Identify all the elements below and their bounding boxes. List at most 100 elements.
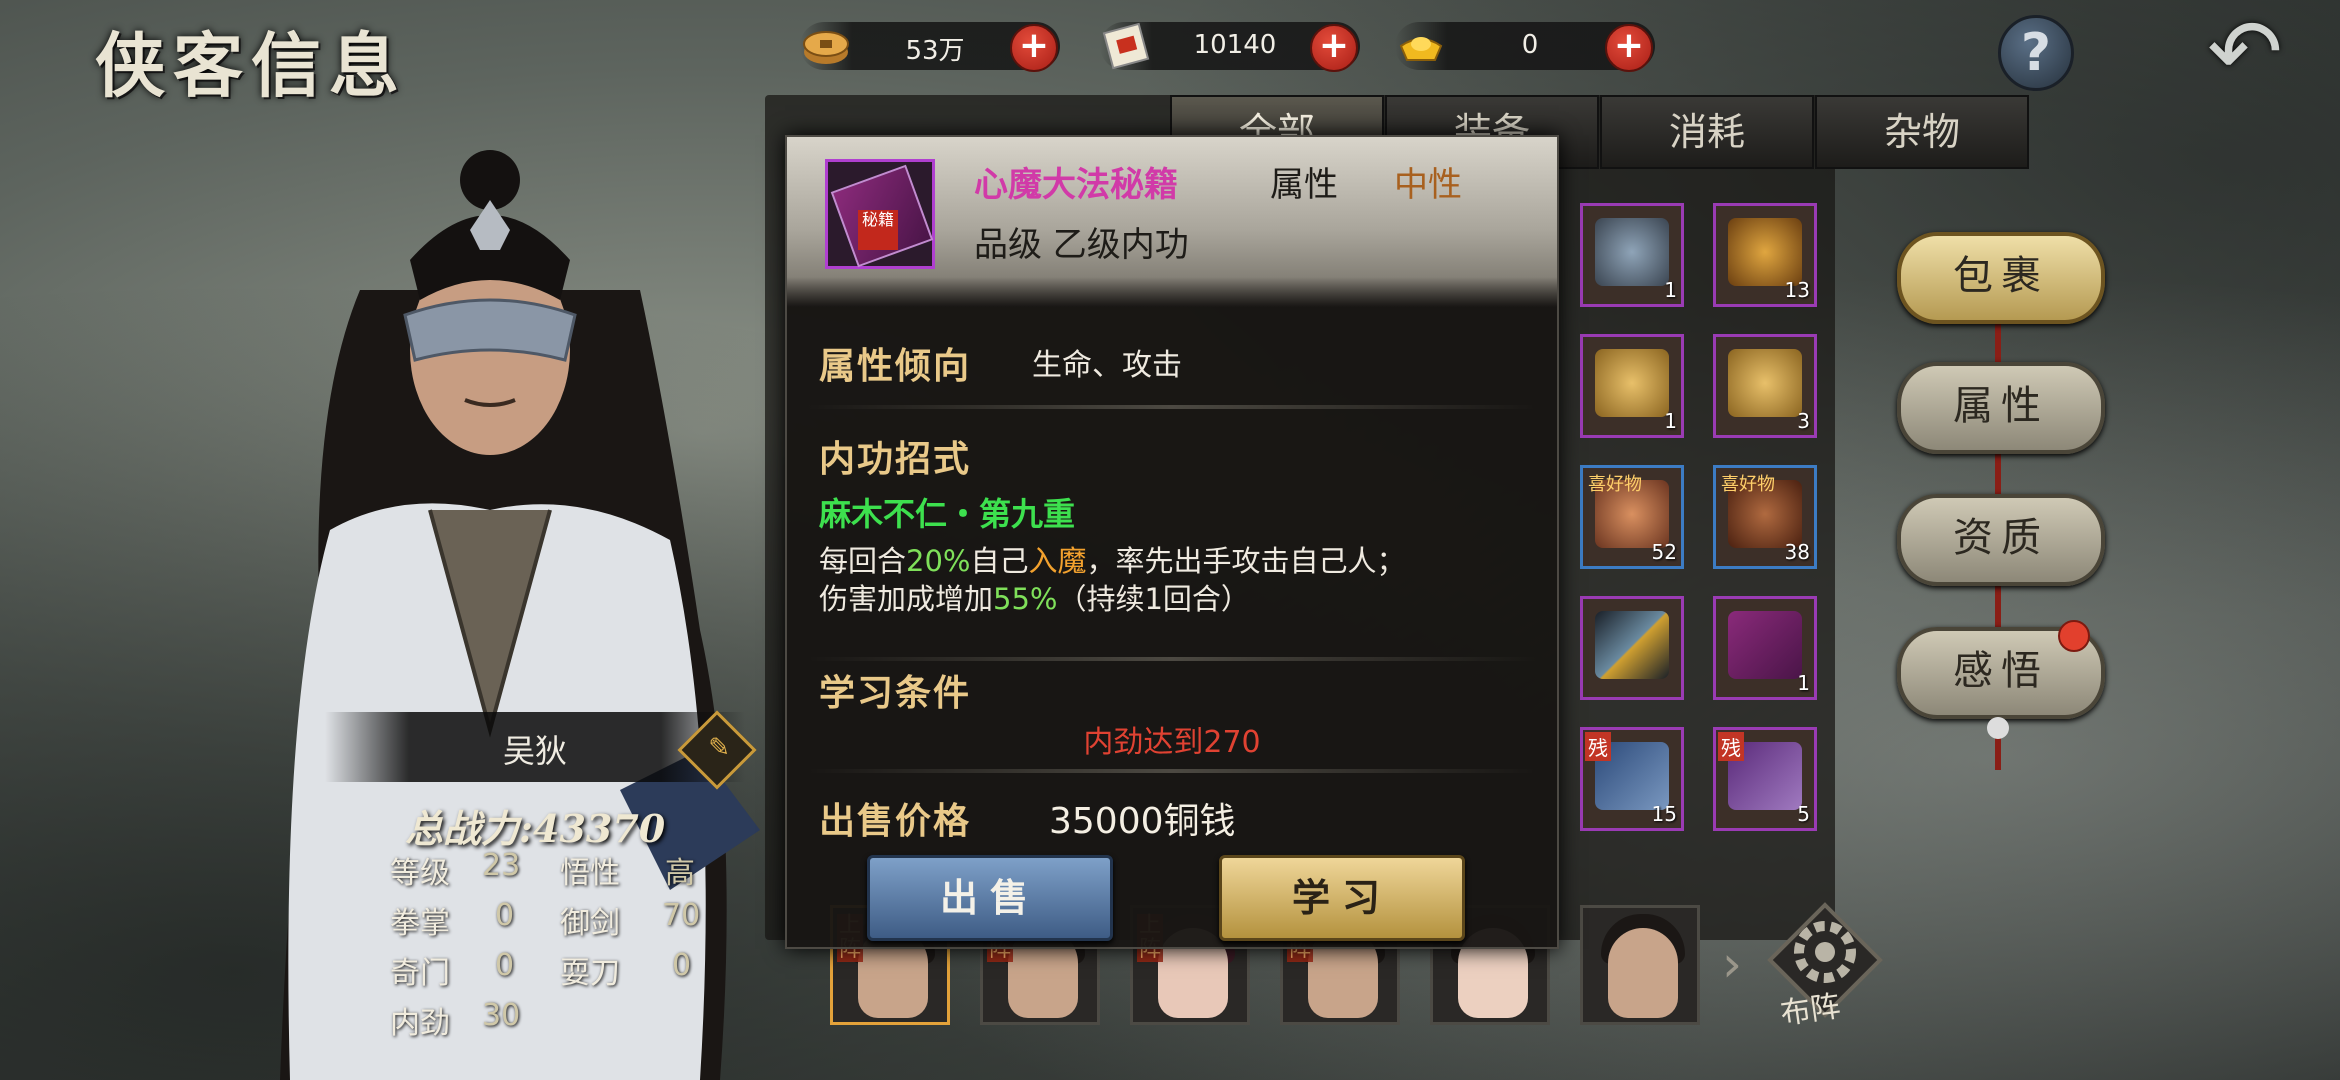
- stat-value: 70: [662, 898, 701, 933]
- inventory-slot[interactable]: 喜好物 38: [1713, 465, 1817, 569]
- slot-count: 3: [1797, 409, 1810, 433]
- stat-label: 奇门: [390, 956, 450, 991]
- favorite-tag: 喜好物: [1588, 474, 1642, 495]
- chevron-right-icon[interactable]: ›: [1722, 935, 1742, 993]
- desc-text: 每回合: [819, 544, 907, 578]
- page-title: 侠客信息: [95, 24, 407, 107]
- attribute-value: 中性: [1394, 165, 1462, 205]
- skill-name: 麻木不仁・第九重: [819, 495, 1076, 533]
- coin-icon: [803, 31, 849, 64]
- sell-button[interactable]: 出售: [867, 855, 1113, 941]
- desc-text: 自己: [970, 544, 1029, 578]
- stat-value: 高: [665, 856, 695, 891]
- learn-button[interactable]: 学习: [1219, 855, 1465, 941]
- currency-tickets: 10140 +: [1100, 22, 1360, 72]
- inventory-slot[interactable]: [1580, 596, 1684, 700]
- desc-highlight: 20%: [906, 544, 971, 578]
- inventory-slot[interactable]: 3: [1713, 334, 1817, 438]
- coin-value: 53万: [905, 36, 965, 66]
- divider: [807, 405, 1537, 409]
- slot-count: 38: [1784, 540, 1810, 564]
- divider: [807, 769, 1537, 773]
- edit-icon: ✎: [708, 732, 731, 763]
- tendency-label: 属性倾向: [819, 346, 972, 387]
- inventory-slot[interactable]: 13: [1713, 203, 1817, 307]
- menu-attributes[interactable]: 属性: [1897, 362, 2105, 454]
- tab-misc[interactable]: 杂物: [1815, 95, 2029, 169]
- stats-list: 等级 23 悟性 高 拳掌 0 御剑 70 奇门 0 耍刀 0 内劲 30: [390, 848, 730, 1048]
- skill-description: 每回合20%自己入魔，率先出手攻击自己人； 伤害加成增加55%（持续1回合）: [819, 542, 1539, 618]
- notification-dot: [2058, 620, 2090, 652]
- price-label: 出售价格: [819, 801, 972, 842]
- item-icon: 秘籍: [825, 159, 935, 269]
- stat-label: 等级: [390, 856, 450, 891]
- inventory-slot[interactable]: 残 15: [1580, 727, 1684, 831]
- incense-burner-icon: [1595, 218, 1669, 286]
- desc-highlight: 入魔: [1028, 544, 1087, 578]
- rename-button[interactable]: ✎: [677, 710, 757, 790]
- treasure-map-icon: [1595, 349, 1669, 417]
- favorite-tag: 喜好物: [1721, 474, 1775, 495]
- fragment-tag: 残: [1585, 732, 1611, 761]
- stat-label: 耍刀: [560, 956, 620, 991]
- manual-seal: 秘籍: [858, 210, 898, 250]
- stat-label: 悟性: [560, 856, 620, 891]
- inventory-slot[interactable]: 1: [1713, 596, 1817, 700]
- slot-count: 1: [1664, 278, 1677, 302]
- slot-count: 1: [1664, 409, 1677, 433]
- menu-inventory[interactable]: 包裹: [1897, 232, 2105, 324]
- back-arrow-icon[interactable]: ↶: [2190, 8, 2300, 98]
- slot-count: 5: [1797, 802, 1810, 826]
- item-name: 心魔大法秘籍: [974, 165, 1178, 205]
- desc-text: ，率先出手攻击自己人；: [1086, 544, 1406, 578]
- requirement-label: 学习条件: [819, 673, 972, 714]
- desc-text: （持续1回合）: [1057, 582, 1250, 616]
- fragment-tag: 残: [1718, 732, 1744, 761]
- stat-label: 内劲: [390, 1006, 450, 1041]
- sword-icon: [1595, 611, 1669, 679]
- stat-value: 0: [495, 898, 515, 933]
- stat-row: 内劲 30: [390, 998, 730, 1048]
- stat-value: 30: [482, 998, 521, 1033]
- secret-manual-icon: [1728, 611, 1802, 679]
- inventory-slot[interactable]: 残 5: [1713, 727, 1817, 831]
- inventory-slot[interactable]: 1: [1580, 203, 1684, 307]
- currency-coins: 53万 +: [800, 22, 1060, 72]
- gold-value: 0: [1521, 30, 1539, 60]
- inventory-slot[interactable]: 1: [1580, 334, 1684, 438]
- price-value: 35000铜钱: [1049, 801, 1236, 842]
- add-coins-button[interactable]: +: [1010, 24, 1058, 72]
- total-power: 总战力:43370: [405, 806, 666, 851]
- requirement-value: 内劲达到270: [1083, 725, 1261, 760]
- stat-row: 奇门 0 耍刀 0: [390, 948, 730, 998]
- slot-count: 15: [1651, 802, 1677, 826]
- treasure-map-icon: [1728, 349, 1802, 417]
- attribute-label: 属性: [1270, 165, 1338, 205]
- inventory-slot[interactable]: 喜好物 52: [1580, 465, 1684, 569]
- currency-gold: 0 +: [1395, 22, 1655, 72]
- stat-value: 0: [495, 948, 515, 983]
- team-face: [1608, 928, 1678, 1018]
- skill-label: 内功招式: [819, 439, 972, 480]
- help-button[interactable]: ?: [1998, 15, 2074, 91]
- header-fade: [787, 277, 1557, 307]
- team-member[interactable]: [1580, 905, 1700, 1025]
- stat-row: 等级 23 悟性 高: [390, 848, 730, 898]
- desc-text: 伤害加成增加: [819, 582, 994, 616]
- add-tickets-button[interactable]: +: [1310, 24, 1358, 72]
- gold-ingot-icon: [1399, 37, 1443, 61]
- stat-value: 0: [672, 948, 692, 983]
- tab-consumable[interactable]: 消耗: [1600, 95, 1814, 169]
- rail-knob: [1987, 717, 2009, 739]
- stat-row: 拳掌 0 御剑 70: [390, 898, 730, 948]
- character-name-bar: 吴狄 ✎: [325, 710, 757, 790]
- tendency-value: 生命、攻击: [1032, 348, 1182, 383]
- slot-count: 52: [1651, 540, 1677, 564]
- popup-header: 秘籍 心魔大法秘籍 属性 中性 品级 乙级内功: [787, 137, 1557, 307]
- scroll-ticket-icon: [1102, 22, 1150, 70]
- gold-token-icon: [1728, 218, 1802, 286]
- item-detail-popup: 秘籍 心魔大法秘籍 属性 中性 品级 乙级内功 属性倾向 生命、攻击 内功招式 …: [785, 135, 1559, 949]
- add-gold-button[interactable]: +: [1605, 24, 1653, 72]
- stat-value: 23: [482, 848, 521, 883]
- menu-aptitude[interactable]: 资质: [1897, 494, 2105, 586]
